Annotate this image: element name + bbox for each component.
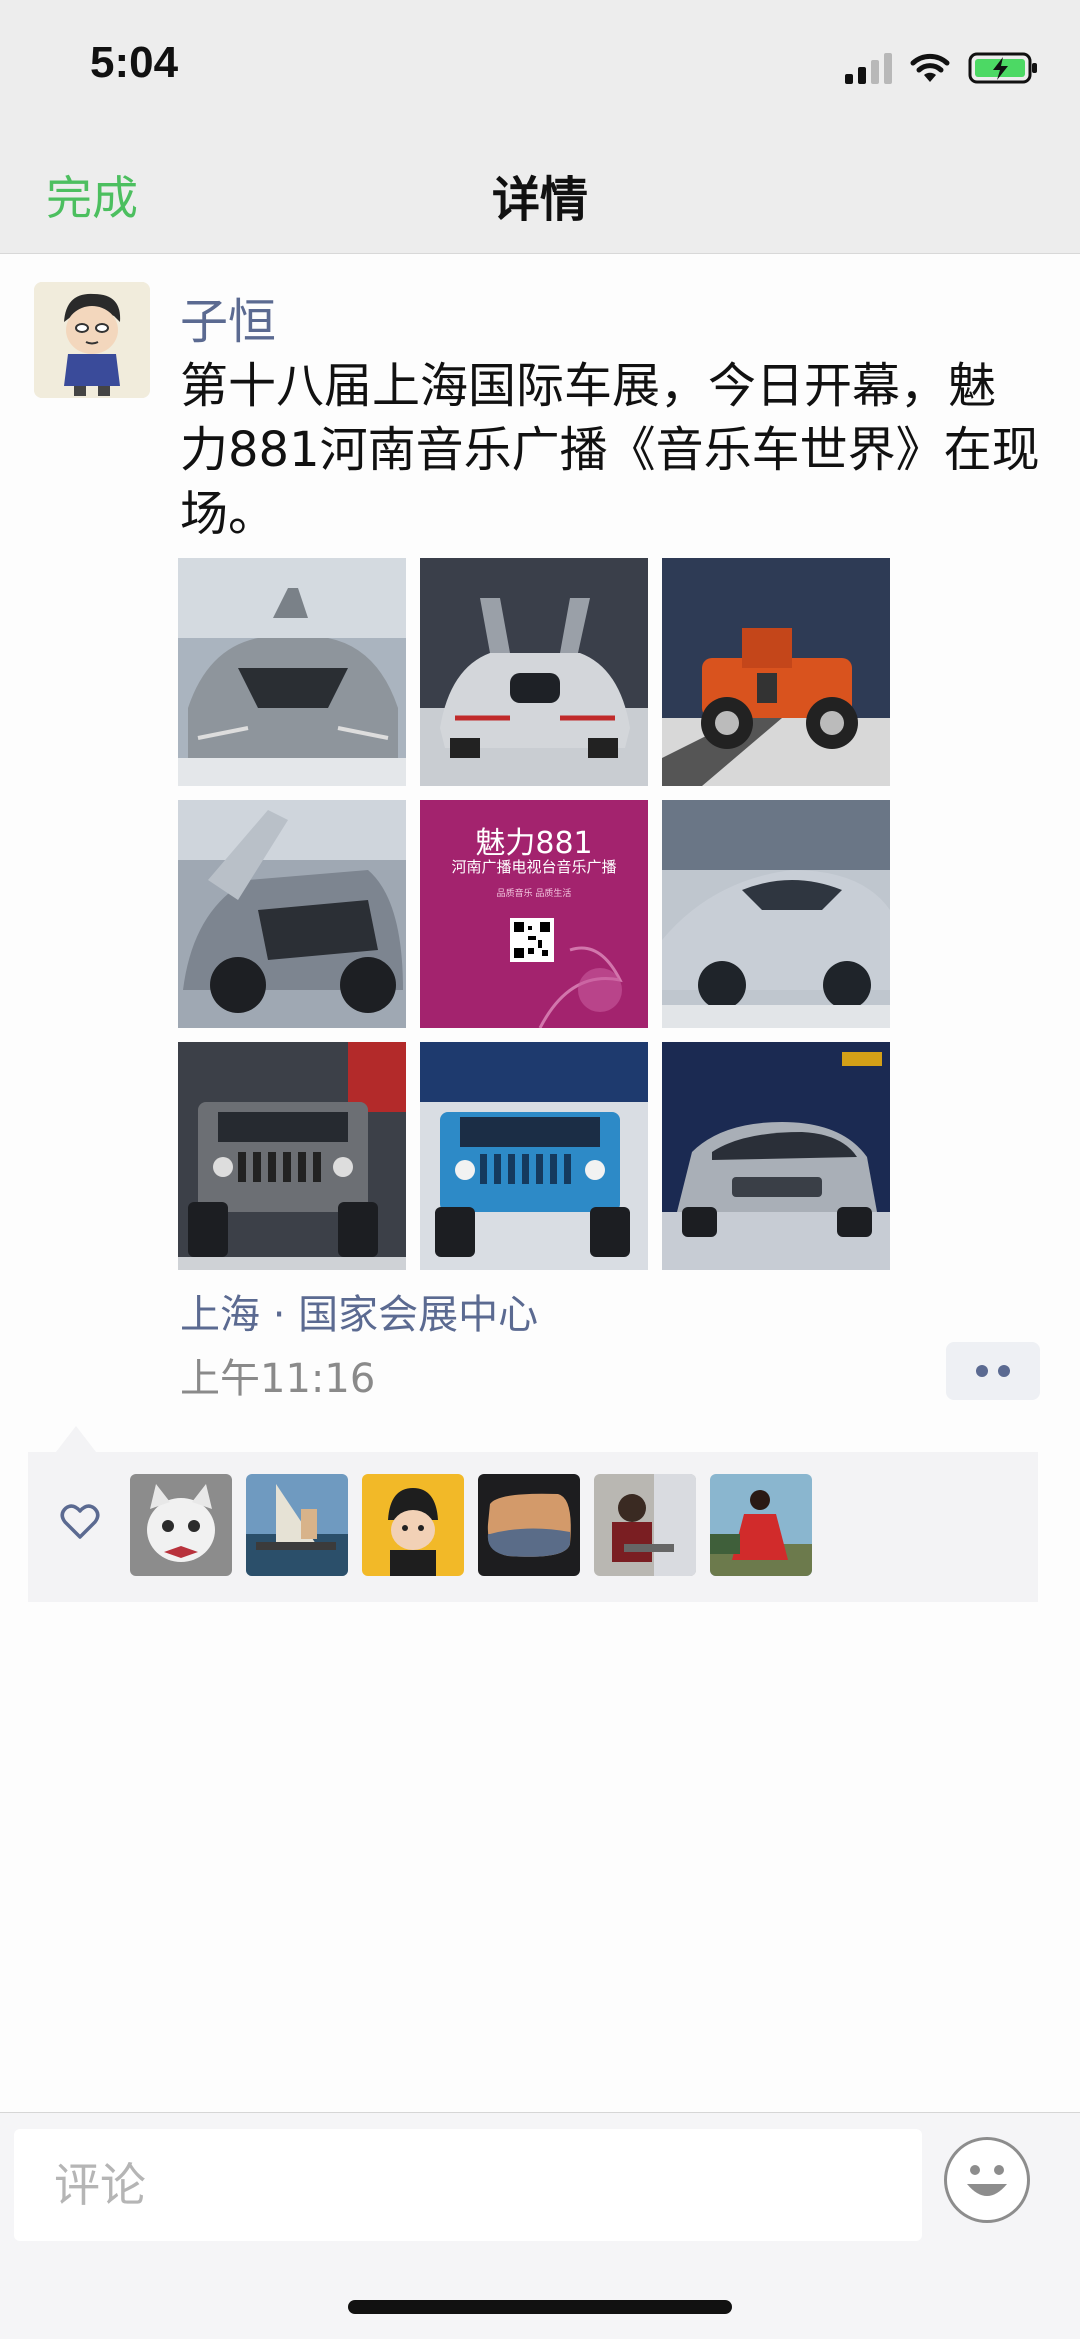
photo-silver-suv[interactable]	[662, 1042, 890, 1270]
nav-bar: 完成 详情	[0, 140, 1080, 254]
photo-silver-supercar-rear[interactable]	[420, 558, 648, 786]
more-actions-button[interactable]	[946, 1342, 1040, 1400]
status-time: 5:04	[90, 38, 179, 87]
wifi-icon	[910, 52, 950, 84]
signal-icon	[845, 52, 892, 84]
photo-blue-jeep[interactable]	[420, 1042, 648, 1270]
photo-concept-car-open-door[interactable]	[178, 800, 406, 1028]
liker-baby-avatar[interactable]	[362, 1474, 464, 1576]
post-location[interactable]: 上海 · 国家会展中心	[180, 1282, 538, 1340]
likes-panel	[28, 1452, 1038, 1602]
smiley-face-icon[interactable]	[944, 2137, 1030, 2223]
qr-code-icon	[510, 918, 554, 962]
status-bar: 5:04	[0, 0, 1080, 140]
poster-subtitle: 河南广播电视台音乐广播	[451, 858, 617, 876]
photo-silver-race-car[interactable]	[662, 800, 890, 1028]
page-title: 详情	[491, 172, 588, 228]
dot-icon	[998, 1365, 1010, 1377]
liker-woman-red-avatar[interactable]	[710, 1474, 812, 1576]
comment-input[interactable]	[14, 2129, 922, 2241]
heart-outline-icon	[60, 1504, 100, 1544]
post-time: 上午11:16	[180, 1356, 376, 1402]
liker-list	[130, 1474, 812, 1576]
photo-gray-jeep[interactable]	[178, 1042, 406, 1270]
liker-cat-avatar[interactable]	[130, 1474, 232, 1576]
likes-pointer	[56, 1426, 96, 1452]
photo-radio-poster[interactable]: 魅力881 河南广播电视台音乐广播 品质音乐 品质生活	[420, 800, 648, 1028]
post-text: 第十八届上海国际车展，今日开幕，魅力881河南音乐广播《音乐车世界》在现场。	[180, 358, 1040, 542]
liker-man-laptop-avatar[interactable]	[594, 1474, 696, 1576]
photo-orange-vintage-car[interactable]	[662, 558, 890, 786]
author-name[interactable]: 子恒	[180, 282, 276, 352]
dot-icon	[976, 1365, 988, 1377]
home-indicator[interactable]	[348, 2300, 732, 2314]
liker-sailing-avatar[interactable]	[246, 1474, 348, 1576]
liker-car-mirror-avatar[interactable]	[478, 1474, 580, 1576]
battery-charging-icon	[968, 50, 1040, 86]
photo-grid: 魅力881 河南广播电视台音乐广播 品质音乐 品质生活	[178, 558, 890, 1270]
poster-tagline: 品质音乐 品质生活	[496, 889, 572, 899]
author-avatar[interactable]	[34, 282, 150, 398]
status-icons	[845, 48, 1040, 88]
photo-silver-supercar-front[interactable]	[178, 558, 406, 786]
